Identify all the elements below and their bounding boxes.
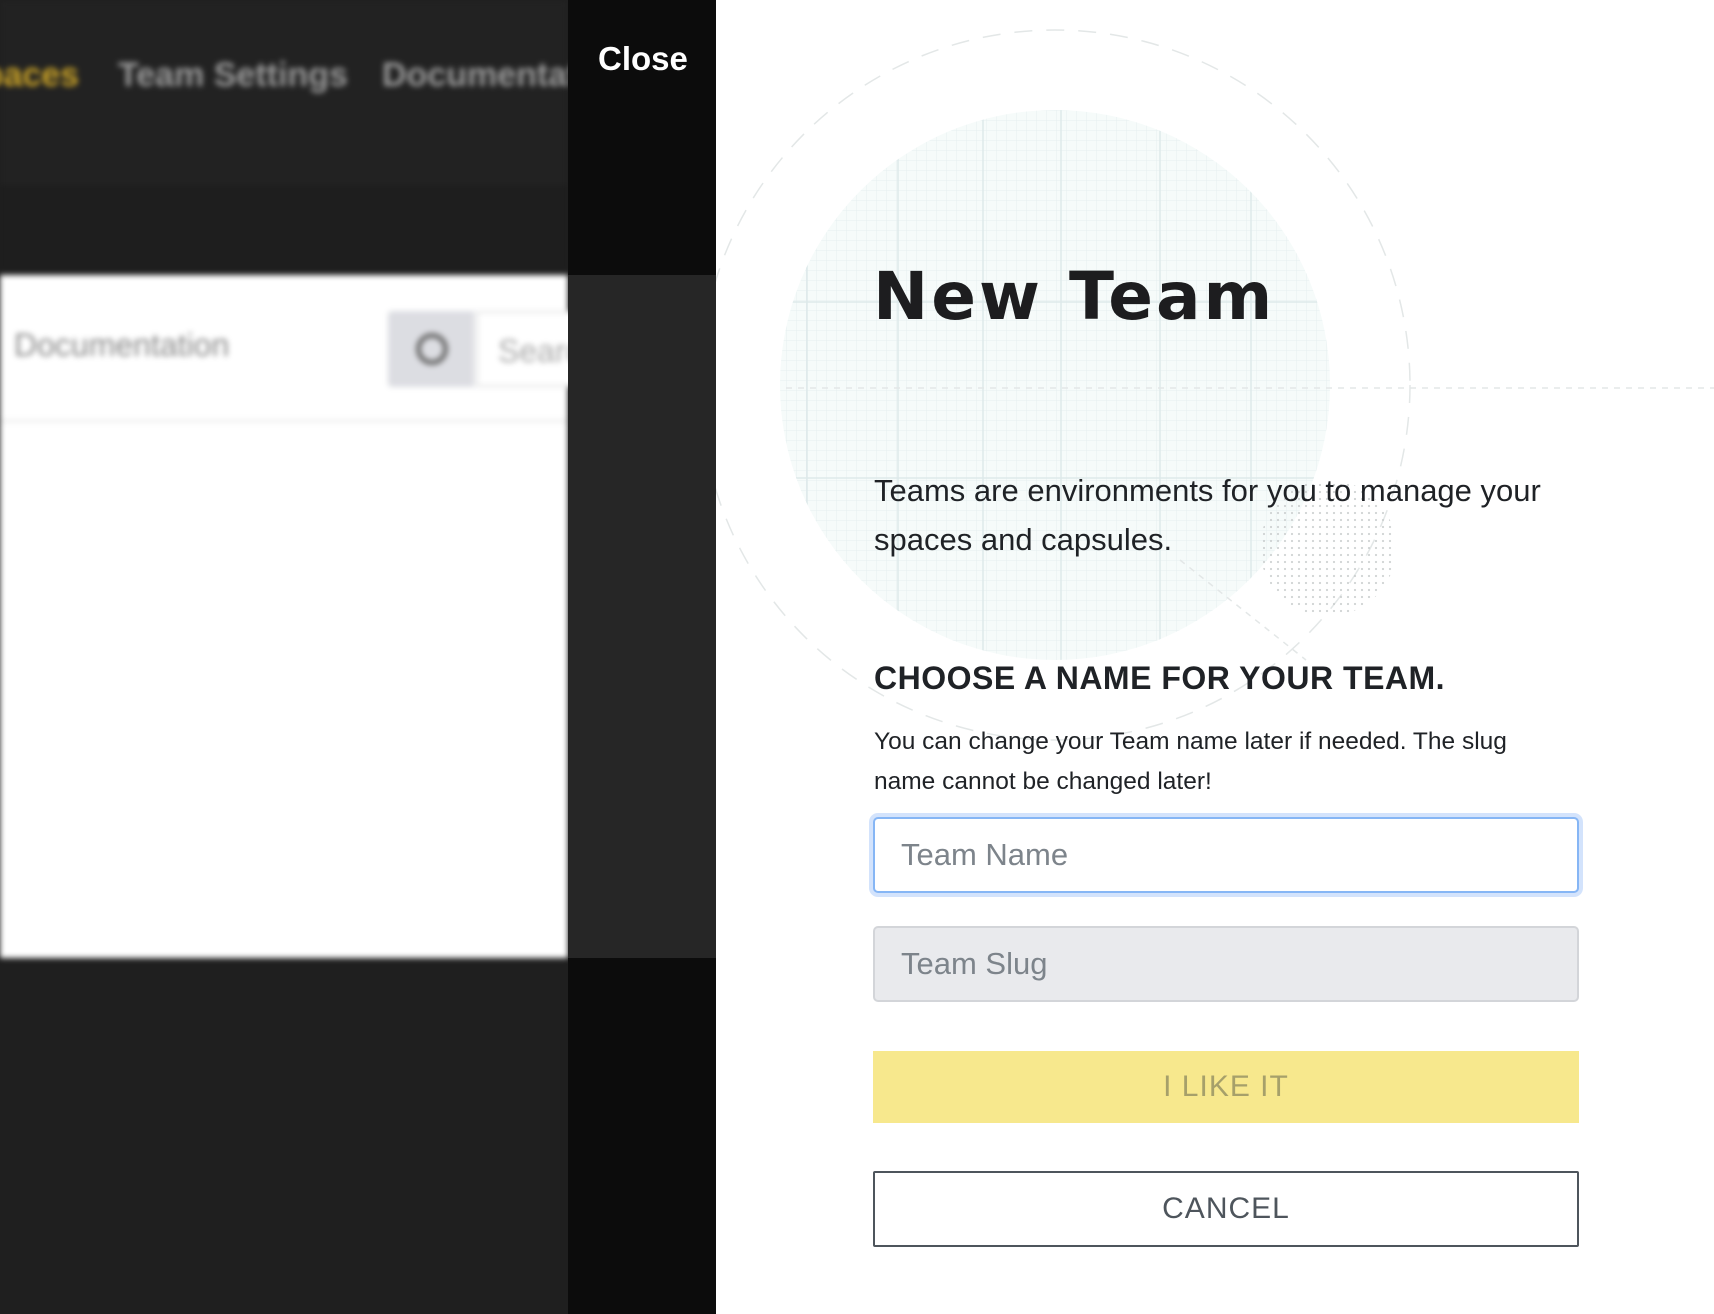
background-nav-team-settings: Team Settings	[118, 56, 348, 94]
background-panel: Documentation Search	[0, 275, 568, 958]
background-top-nav: Spaces Team Settings Documentation	[0, 0, 568, 185]
team-name-section-help: You can change your Team name later if n…	[874, 728, 1507, 795]
close-button[interactable]: Close	[598, 40, 688, 78]
overlay-dim	[568, 0, 718, 1314]
background-search-button	[388, 311, 474, 387]
background-panel-header: Documentation Search	[0, 275, 568, 422]
background-app: Spaces Team Settings Documentation Docum…	[0, 0, 568, 1314]
submit-team-button[interactable]: I LIKE IT	[873, 1051, 1579, 1123]
cancel-button[interactable]: CANCEL	[873, 1171, 1579, 1247]
team-slug-field[interactable]	[873, 926, 1579, 1002]
background-app-blurred: Spaces Team Settings Documentation Docum…	[0, 0, 568, 1314]
search-icon	[416, 333, 448, 365]
background-search-input: Search	[476, 311, 568, 387]
modal-intro-text: Teams are environments for you to manage…	[874, 473, 1541, 557]
overlay-dim-panel-shade	[568, 275, 718, 958]
background-nav-documentation: Documentation	[382, 56, 568, 94]
team-name-section-heading: CHOOSE A NAME FOR YOUR TEAM.	[874, 660, 1446, 696]
team-name-field[interactable]	[873, 817, 1579, 893]
background-panel-title: Documentation	[14, 327, 230, 363]
modal-title: New Team	[873, 258, 1276, 335]
new-team-modal: New Team Teams are environments for you …	[716, 0, 1714, 1314]
background-nav-spaces: Spaces	[0, 56, 80, 94]
background-sub-bar	[0, 185, 568, 273]
screen: Spaces Team Settings Documentation Docum…	[0, 0, 1714, 1314]
